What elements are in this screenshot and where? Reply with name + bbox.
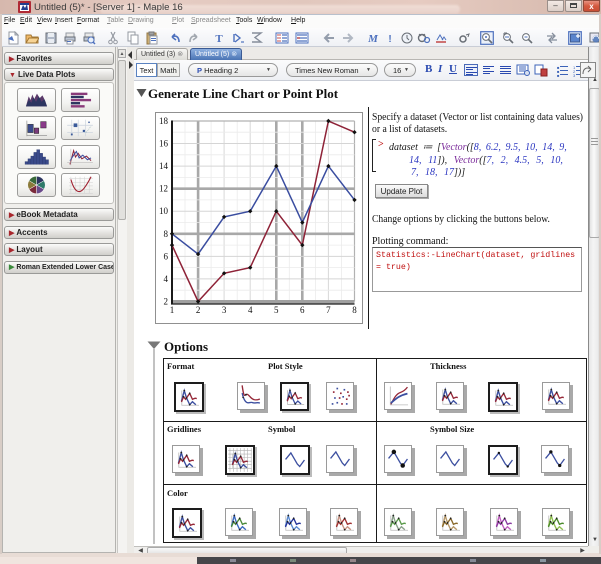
svg-text:5: 5 — [274, 305, 279, 315]
svg-text:!: ! — [388, 34, 391, 45]
svg-text:7: 7 — [326, 305, 331, 315]
svg-text:16: 16 — [159, 139, 169, 149]
svg-text:10: 10 — [159, 206, 169, 216]
svg-text:6: 6 — [164, 251, 169, 261]
svg-text:8: 8 — [164, 229, 169, 239]
svg-text:M: M — [367, 33, 379, 45]
svg-text:8: 8 — [352, 305, 357, 315]
svg-text:4: 4 — [164, 274, 169, 284]
svg-text:T: T — [215, 33, 223, 45]
svg-text:18: 18 — [159, 116, 169, 126]
svg-text:2: 2 — [196, 305, 201, 315]
svg-text:14: 14 — [159, 161, 169, 171]
svg-text:1: 1 — [170, 305, 175, 315]
svg-text:4: 4 — [248, 305, 253, 315]
svg-text:6: 6 — [300, 305, 305, 315]
svg-text:2: 2 — [164, 297, 169, 307]
svg-text:3: 3 — [222, 305, 227, 315]
svg-text:12: 12 — [159, 184, 168, 194]
